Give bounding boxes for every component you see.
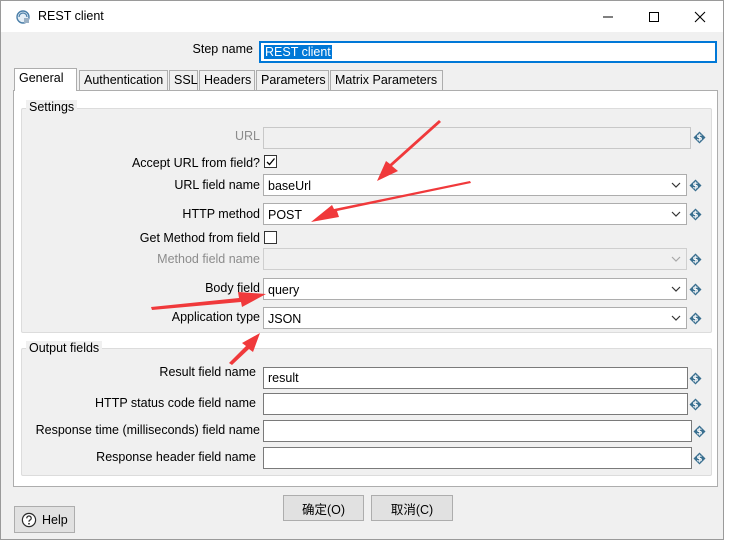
background-window (724, 0, 730, 545)
background-window-strip (0, 540, 730, 545)
red-arrows (151, 120, 471, 365)
arrow-to-application-type (229, 333, 260, 365)
annotation-arrows: $ (151, 120, 471, 365)
arrow-to-url-field (377, 120, 441, 181)
arrow-to-body-field (151, 292, 266, 310)
arrow-to-http-method (311, 181, 471, 222)
rest-client-dialog: REST client Step name REST client Genera… (0, 0, 724, 540)
